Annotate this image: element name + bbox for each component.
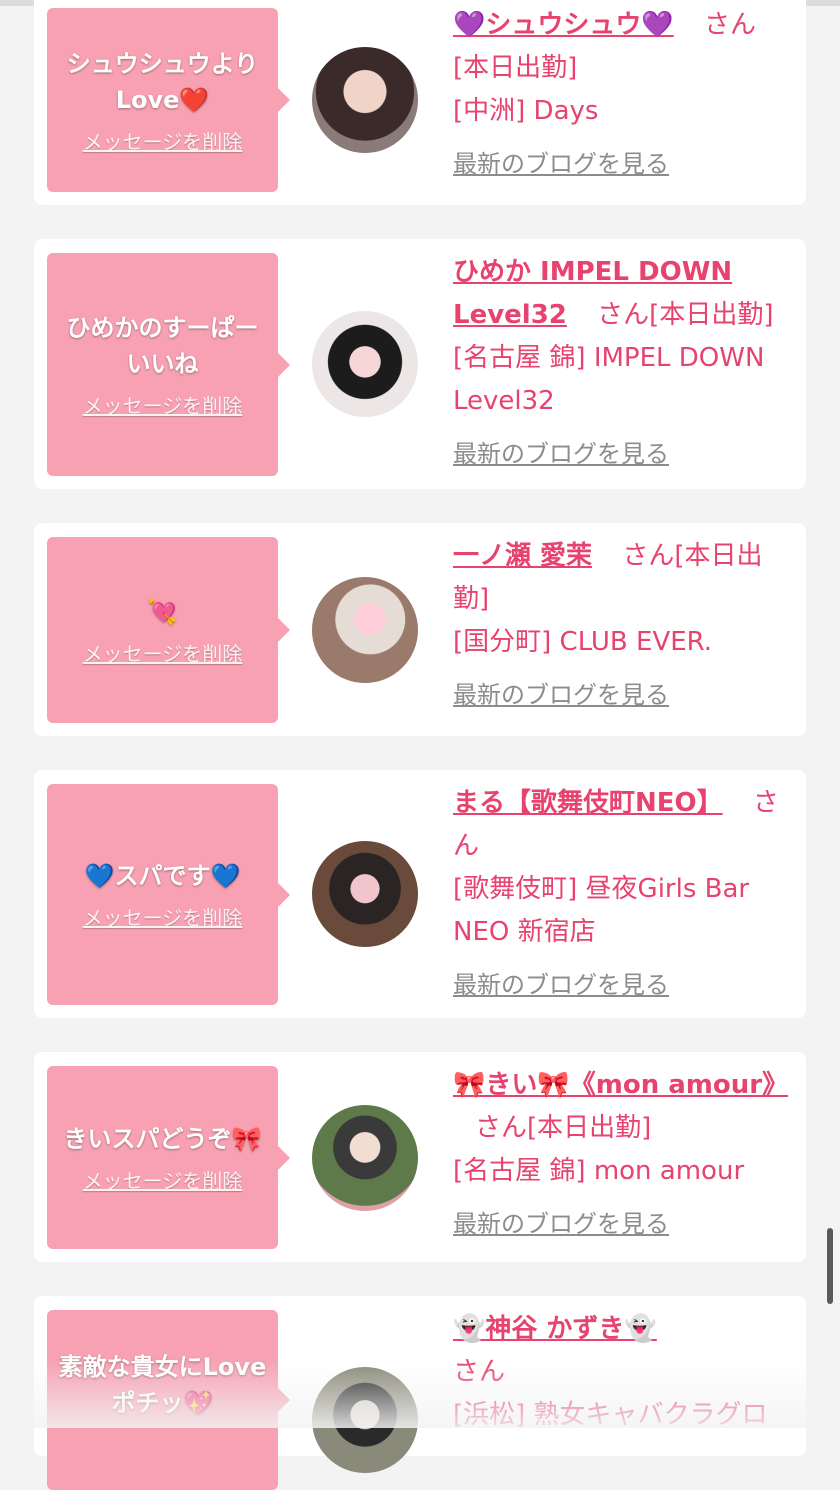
avatar[interactable] xyxy=(312,311,418,417)
message-bubble: シュウシュウより Love❤️ メッセージを削除 xyxy=(47,8,290,192)
message-bubble: きいスパどうぞ🎀 メッセージを削除 xyxy=(47,1066,290,1249)
delete-message-link[interactable]: メッセージを削除 xyxy=(83,126,243,155)
profile-info: まる【歌舞伎町NEO】 さん [歌舞伎町] 昼夜Girls Bar NEO 新宿… xyxy=(453,782,793,1007)
cast-name-link[interactable]: まる【歌舞伎町NEO】 xyxy=(453,788,723,818)
message-text: 素敵な貴女にLove ポチッ💖 xyxy=(58,1353,267,1417)
message-bubble: ひめかのすーぱー いいね メッセージを削除 xyxy=(47,253,290,476)
status-text: [本日出勤] xyxy=(527,1113,652,1143)
honorific: さん xyxy=(453,1357,506,1387)
profile-info: ひめか IMPEL DOWN Level32 さん[本日出勤] [名古屋 錦] … xyxy=(453,251,793,476)
shop-text: [浜松] 熟女キャバクラグロ xyxy=(453,1400,768,1430)
profile-info: 👻神谷 かずき👻 さん [浜松] 熟女キャバクラグロ xyxy=(453,1308,793,1437)
delete-message-link[interactable]: メッセージを削除 xyxy=(83,902,243,931)
scrollbar[interactable] xyxy=(827,1228,833,1304)
cast-name-link[interactable]: 👻神谷 かずき👻 xyxy=(453,1314,657,1344)
message-card: 💘 メッセージを削除 一ノ瀬 愛茉 さん[本日出勤] [国分町] CLUB EV… xyxy=(34,523,806,736)
profile-info: 💜シュウシュウ💜 さん [本日出勤] [中洲] Days 最新のブログを見る xyxy=(453,4,793,186)
cast-name-link[interactable]: 🎀きい🎀《mon amour》 xyxy=(453,1070,788,1100)
message-text: シュウシュウより Love❤️ xyxy=(66,49,259,114)
message-bubble: 素敵な貴女にLove ポチッ💖 xyxy=(47,1310,290,1490)
message-card: 素敵な貴女にLove ポチッ💖 👻神谷 かずき👻 さん [浜松] 熟女キャバクラ… xyxy=(34,1296,806,1490)
avatar[interactable] xyxy=(312,841,418,947)
cast-name-link[interactable]: 一ノ瀬 愛茉 xyxy=(453,541,592,571)
delete-message-link[interactable]: メッセージを削除 xyxy=(83,1165,243,1194)
honorific: さん xyxy=(475,1113,528,1143)
honorific: さん xyxy=(597,300,650,330)
delete-message-link[interactable]: メッセージを削除 xyxy=(83,638,243,667)
status-text: [本日出勤] xyxy=(453,53,578,83)
message-card: きいスパどうぞ🎀 メッセージを削除 🎀きい🎀《mon amour》 さん[本日出… xyxy=(34,1052,806,1262)
message-text: 💙スパです💙 xyxy=(84,862,241,890)
shop-text: [国分町] CLUB EVER. xyxy=(453,627,713,657)
message-text: 💘 xyxy=(147,597,178,626)
shop-text: [名古屋 錦] mon amour xyxy=(453,1156,745,1186)
cast-name-link[interactable]: 💜シュウシュウ💜 xyxy=(453,10,674,40)
message-card: シュウシュウより Love❤️ メッセージを削除 💜シュウシュウ💜 さん [本日… xyxy=(34,0,806,205)
avatar[interactable] xyxy=(312,577,418,683)
message-text: ひめかのすーぱー いいね xyxy=(66,314,259,378)
latest-blog-link[interactable]: 最新のブログを見る xyxy=(453,964,669,1007)
message-card: 💙スパです💙 メッセージを削除 まる【歌舞伎町NEO】 さん [歌舞伎町] 昼夜… xyxy=(34,770,806,1018)
message-card: ひめかのすーぱー いいね メッセージを削除 ひめか IMPEL DOWN Lev… xyxy=(34,239,806,489)
honorific: さん xyxy=(704,10,757,40)
status-text: [本日出勤] xyxy=(649,300,774,330)
avatar[interactable] xyxy=(312,1367,418,1473)
shop-text: [歌舞伎町] 昼夜Girls Bar NEO 新宿店 xyxy=(453,874,750,947)
latest-blog-link[interactable]: 最新のブログを見る xyxy=(453,674,669,717)
avatar[interactable] xyxy=(312,1105,418,1211)
honorific: さん xyxy=(622,541,675,571)
delete-message-link[interactable]: メッセージを削除 xyxy=(83,390,243,419)
latest-blog-link[interactable]: 最新のブログを見る xyxy=(453,1203,669,1246)
profile-info: 一ノ瀬 愛茉 さん[本日出勤] [国分町] CLUB EVER. 最新のブログを… xyxy=(453,535,793,717)
latest-blog-link[interactable]: 最新のブログを見る xyxy=(453,433,669,476)
avatar[interactable] xyxy=(312,47,418,153)
latest-blog-link[interactable]: 最新のブログを見る xyxy=(453,143,669,186)
message-text: きいスパどうぞ🎀 xyxy=(63,1125,262,1153)
message-bubble: 💘 メッセージを削除 xyxy=(47,537,290,723)
message-bubble: 💙スパです💙 メッセージを削除 xyxy=(47,784,290,1005)
shop-text: [名古屋 錦] IMPEL DOWN Level32 xyxy=(453,343,765,416)
shop-text: [中洲] Days xyxy=(453,96,599,126)
profile-info: 🎀きい🎀《mon amour》 さん[本日出勤] [名古屋 錦] mon amo… xyxy=(453,1064,793,1246)
